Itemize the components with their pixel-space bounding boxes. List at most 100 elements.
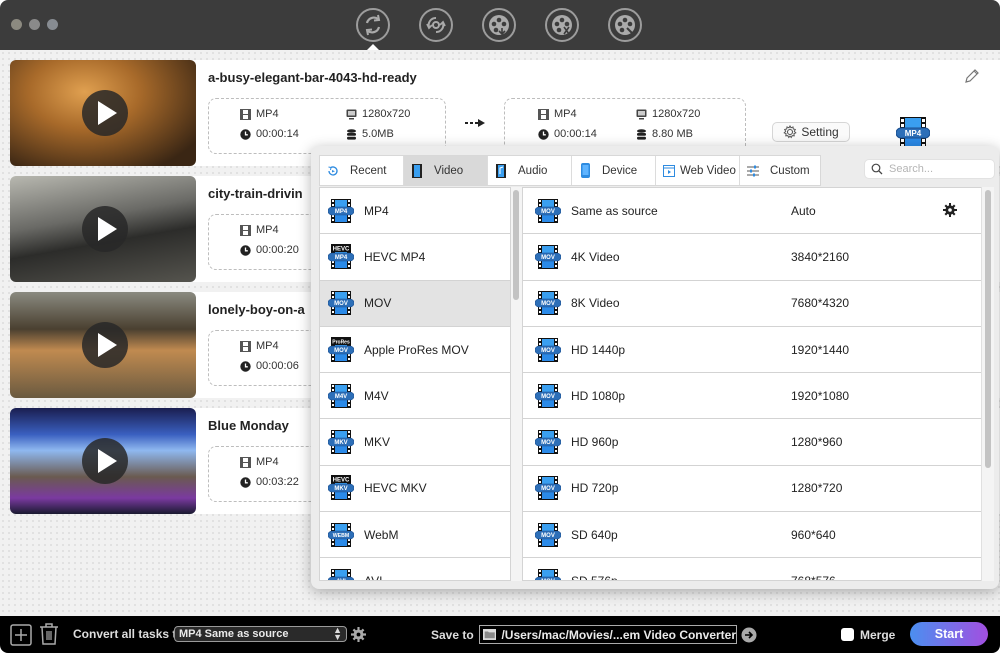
source-duration: 00:00:14 <box>240 128 299 140</box>
tab-audio[interactable]: Audio <box>488 156 572 185</box>
svg-text:MOV: MOV <box>541 209 555 215</box>
add-file-icon[interactable] <box>10 624 32 646</box>
format-item[interactable]: MKV MKV <box>320 419 510 466</box>
format-item[interactable]: AVI AVI <box>320 558 510 580</box>
tab-video[interactable]: Video <box>404 156 488 185</box>
svg-text:MOV: MOV <box>334 301 348 307</box>
source-duration: 00:00:06 <box>240 360 299 372</box>
preset-resolution: Auto <box>791 203 816 218</box>
preset-item[interactable]: MOV SD 576p 768*576 <box>523 558 981 580</box>
trash-icon[interactable] <box>38 622 60 646</box>
format-item-label: Apple ProRes MOV <box>364 342 469 357</box>
format-item[interactable]: WEBM WebM <box>320 512 510 559</box>
toolbar-edit-button[interactable] <box>545 8 579 42</box>
film-icon <box>240 108 251 120</box>
preset-item[interactable]: MOV HD 1080p 1920*1080 <box>523 373 981 420</box>
format-mov-icon: MOV <box>535 291 561 316</box>
tab-device[interactable]: Device <box>572 156 656 185</box>
format-mov-icon: MOV <box>328 291 354 316</box>
preset-item-label: HD 1440p <box>571 342 626 357</box>
format-mkv-icon: MKV <box>328 430 354 455</box>
save-path-field[interactable]: /Users/mac/Movies/...em Video Converter <box>479 625 737 644</box>
svg-text:M4V: M4V <box>335 394 347 400</box>
monitor-icon <box>346 109 357 119</box>
format-list-scroll-thumb[interactable] <box>513 190 519 300</box>
convert-all-format-select[interactable]: MP4 Same as source ▲ ▼ <box>174 626 347 642</box>
preset-item-label: 8K Video <box>571 296 620 311</box>
format-mov-icon: MOV <box>535 337 561 362</box>
play-button[interactable] <box>82 438 128 484</box>
preset-item[interactable]: MOV HD 1440p 1920*1440 <box>523 327 981 374</box>
video-thumbnail[interactable] <box>10 292 196 398</box>
preset-item[interactable]: MOV 8K Video 7680*4320 <box>523 281 981 327</box>
video-thumbnail[interactable] <box>10 60 196 166</box>
format-selection-panel: Recent Video Audio Device Web Video Cust… <box>311 146 999 589</box>
format-item-label: MOV <box>364 296 392 311</box>
tab-web-video[interactable]: Web Video <box>656 156 740 185</box>
play-button[interactable] <box>82 90 128 136</box>
format-item[interactable]: ProRes MOV Apple ProRes MOV <box>320 327 510 374</box>
window-close-button[interactable] <box>11 19 22 30</box>
format-search-input[interactable] <box>889 163 989 175</box>
custom-sliders-icon <box>747 165 759 176</box>
play-button[interactable] <box>82 322 128 368</box>
preset-list-scroll-thumb[interactable] <box>985 190 991 468</box>
format-item-label: HEVC MKV <box>364 481 427 496</box>
toolbar-convert-button[interactable] <box>356 8 390 42</box>
save-to-label: Save to <box>431 628 474 642</box>
web-video-icon <box>663 164 675 177</box>
format-search-box[interactable] <box>864 159 995 179</box>
video-thumbnail[interactable] <box>10 176 196 282</box>
svg-text:MOV: MOV <box>334 348 348 354</box>
preset-item[interactable]: MOV SD 640p 960*640 <box>523 512 981 559</box>
clock-icon <box>240 244 251 256</box>
format-mov-icon: ProRes MOV <box>328 336 354 362</box>
merge-checkbox[interactable] <box>841 628 854 641</box>
preset-item[interactable]: MOV 4K Video 3840*2160 <box>523 234 981 281</box>
setting-button[interactable]: Setting <box>772 122 850 142</box>
format-mov-icon: MOV <box>535 198 561 223</box>
merge-label: Merge <box>860 628 896 642</box>
svg-text:MOV: MOV <box>541 394 555 400</box>
start-button[interactable]: Start <box>910 622 988 646</box>
preset-item[interactable]: MOV HD 720p 1280*720 <box>523 466 981 513</box>
svg-text:MOV: MOV <box>541 487 555 493</box>
gear-outline-icon <box>783 125 797 139</box>
preset-settings-gear-icon[interactable] <box>943 203 957 217</box>
output-format-mp4-icon[interactable]: MP4 <box>896 116 930 150</box>
gear-icon[interactable] <box>351 627 366 642</box>
window-maximize-button[interactable] <box>47 19 58 30</box>
window-minimize-button[interactable] <box>29 19 40 30</box>
task-title: Blue Monday <box>208 418 289 433</box>
format-item[interactable]: HEVC MKV HEVC MKV <box>320 466 510 513</box>
format-item[interactable]: MOV MOV <box>320 280 510 327</box>
format-item[interactable]: MP4 MP4 <box>320 188 510 235</box>
source-format: MP4 <box>240 108 279 120</box>
preset-item[interactable]: MOV HD 960p 1280*960 <box>523 419 981 466</box>
svg-text:HEVC: HEVC <box>333 478 350 484</box>
audio-icon <box>496 163 506 178</box>
pencil-edit-icon[interactable] <box>964 68 980 84</box>
preset-item[interactable]: MOV Same as source Auto <box>523 188 981 235</box>
svg-text:MOV: MOV <box>541 533 555 539</box>
output-resolution: 1280x720 <box>636 108 700 120</box>
film-reel-tools-icon <box>615 15 635 35</box>
format-list-scrollbar[interactable] <box>511 187 522 581</box>
video-thumbnail[interactable] <box>10 408 196 514</box>
toolbar-toolbox-button[interactable] <box>608 8 642 42</box>
format-item-label: MKV <box>364 435 391 450</box>
open-folder-arrow-icon[interactable] <box>741 627 757 643</box>
format-item[interactable]: M4V M4V <box>320 373 510 420</box>
svg-text:MP4: MP4 <box>335 209 348 215</box>
tab-custom[interactable]: Custom <box>740 156 820 185</box>
format-item[interactable]: HEVC MP4 HEVC MP4 <box>320 234 510 281</box>
clock-icon <box>240 360 251 372</box>
play-button[interactable] <box>82 206 128 252</box>
svg-text:MOV: MOV <box>541 440 555 446</box>
format-item-label: WebM <box>364 527 399 542</box>
toolbar-download-button[interactable] <box>482 8 516 42</box>
film-icon <box>240 340 251 352</box>
toolbar-compress-button[interactable] <box>419 8 453 42</box>
preset-list-scrollbar[interactable] <box>981 187 994 581</box>
tab-recent[interactable]: Recent <box>320 156 404 185</box>
